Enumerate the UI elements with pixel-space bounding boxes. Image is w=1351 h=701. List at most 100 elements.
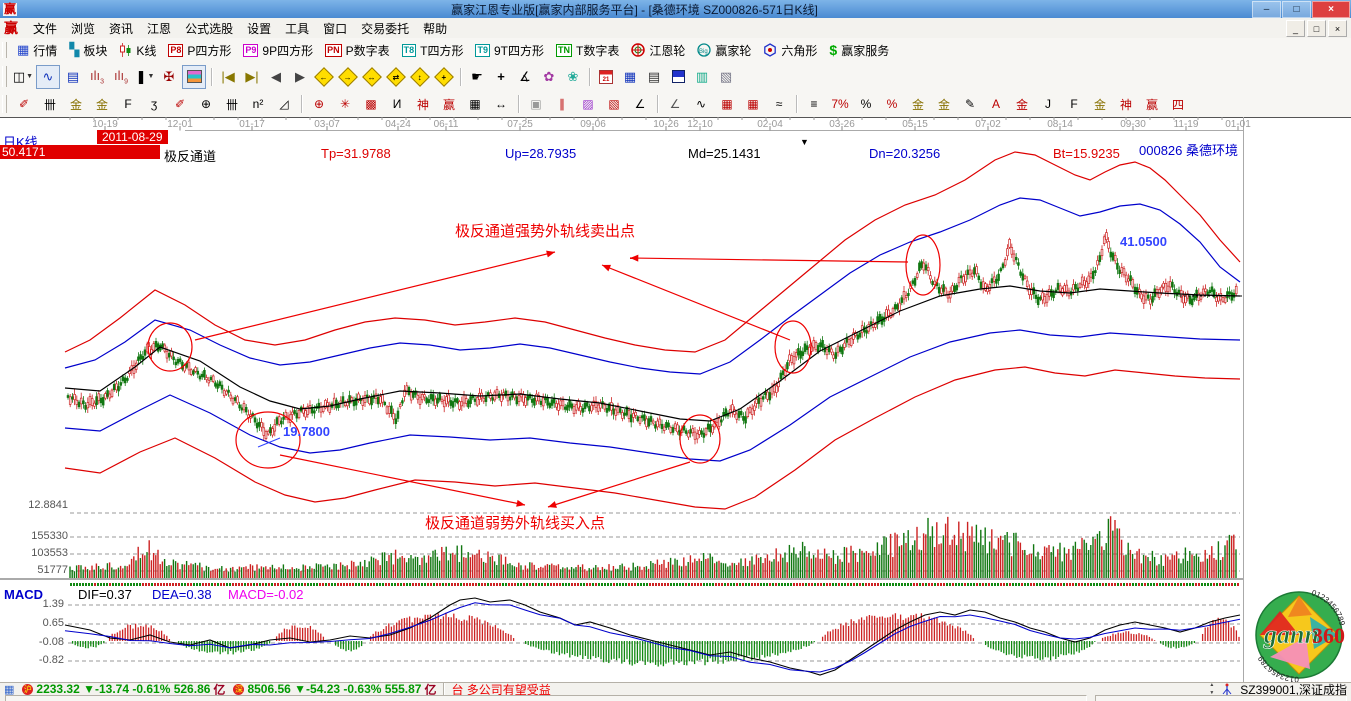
draw-tool-18[interactable]: ▦	[465, 94, 485, 114]
draw-tool-30[interactable]: ▦	[743, 94, 763, 114]
draw-tool-2[interactable]: 金	[66, 94, 86, 114]
toolbar-button-K线[interactable]: K线	[113, 40, 162, 61]
color-histogram-icon[interactable]	[182, 65, 206, 89]
draw-tool-25[interactable]: ∠	[630, 94, 650, 114]
draw-tool-35[interactable]: %	[856, 94, 876, 114]
menu-item-江恩[interactable]: 江恩	[140, 18, 178, 39]
save-web-icon[interactable]: ▥	[691, 66, 713, 88]
draw-tool-42[interactable]: J	[1038, 94, 1058, 114]
indicator-name[interactable]: 极反通道	[164, 146, 216, 165]
draw-tool-44[interactable]: 金	[1090, 94, 1110, 114]
draw-tool-3[interactable]: 金	[92, 94, 112, 114]
draw-tool-40[interactable]: A	[986, 94, 1006, 114]
draw-tool-0[interactable]: ✐	[14, 94, 34, 114]
hand-tool-icon[interactable]: ☛	[466, 66, 488, 88]
draw-tool-31[interactable]: ≈	[769, 94, 789, 114]
draw-tool-8[interactable]: 卌	[222, 94, 242, 114]
draw-tool-15[interactable]: И	[387, 94, 407, 114]
draw-tool-19[interactable]: ↔	[491, 94, 511, 114]
toolbar-grip[interactable]	[2, 66, 7, 86]
toolbar-button-江恩轮[interactable]: 江恩轮	[625, 40, 691, 61]
period-selector-icon[interactable]: ◫▼	[12, 66, 34, 88]
draw-tool-33[interactable]: ≡	[804, 94, 824, 114]
chart-area[interactable]: 10-1912-0101-1703-0704-2406-1107-2509-06…	[0, 117, 1351, 682]
menu-item-工具[interactable]: 工具	[278, 18, 316, 39]
news-ticker[interactable]: 台 多公司有望受益	[447, 683, 554, 695]
quote-board-icon[interactable]: ▤	[62, 66, 84, 88]
draw-tool-6[interactable]: ✐	[170, 94, 190, 114]
toolbar-button-9P四方形[interactable]: P99P四方形	[237, 40, 319, 61]
candle-type-icon[interactable]: ❚▼	[134, 66, 156, 88]
mdi-close-button[interactable]: ×	[1328, 20, 1347, 37]
draw-tool-22[interactable]: ∥	[552, 94, 572, 114]
draw-tool-13[interactable]: ✳	[335, 94, 355, 114]
calculator-icon[interactable]: ▦	[619, 66, 641, 88]
draw-tool-36[interactable]: %	[882, 94, 902, 114]
angle-tool-icon[interactable]: ∡	[514, 66, 536, 88]
draw-tool-4[interactable]: F	[118, 94, 138, 114]
toolbar-button-9T四方形[interactable]: T99T四方形	[469, 40, 550, 61]
purple-flower-icon[interactable]: ✿	[538, 66, 560, 88]
draw-tool-43[interactable]: F	[1064, 94, 1084, 114]
menu-item-帮助[interactable]: 帮助	[416, 18, 454, 39]
save-icon[interactable]	[667, 66, 689, 88]
draw-tool-28[interactable]: ∿	[691, 94, 711, 114]
draw-tool-39[interactable]: ✎	[960, 94, 980, 114]
toolbar-button-P数字表[interactable]: PNP数字表	[319, 40, 396, 61]
menu-item-文件[interactable]: 文件	[26, 18, 64, 39]
quote-grid-icon[interactable]: ▦	[4, 683, 14, 696]
menu-item-浏览[interactable]: 浏览	[64, 18, 102, 39]
toolbar-button-六角形[interactable]: 六角形	[757, 40, 823, 61]
draw-tool-27[interactable]: ∠	[665, 94, 685, 114]
draw-tool-12[interactable]: ⊕	[309, 94, 329, 114]
draw-tool-1[interactable]: 卌	[40, 94, 60, 114]
draw-tool-46[interactable]: 赢	[1142, 94, 1162, 114]
prev-icon[interactable]: ◀	[265, 66, 287, 88]
last-page-icon[interactable]: ▶|	[241, 66, 263, 88]
pattern-tool-icon[interactable]: ✠	[158, 66, 180, 88]
toolbar-button-赢家服务[interactable]: $赢家服务	[823, 40, 895, 61]
toolbar-button-P四方形[interactable]: P8P四方形	[162, 40, 237, 61]
first-page-icon[interactable]: |◀	[217, 66, 239, 88]
computer-icon[interactable]: ▧	[715, 66, 737, 88]
menu-item-资讯[interactable]: 资讯	[102, 18, 140, 39]
draw-tool-34[interactable]: 7%	[830, 94, 850, 114]
draw-tool-38[interactable]: 金	[934, 94, 954, 114]
draw-tool-16[interactable]: 神	[413, 94, 433, 114]
shrink-h-icon[interactable]: ⇄	[385, 66, 407, 88]
draw-tool-45[interactable]: 神	[1116, 94, 1136, 114]
bars-3-icon[interactable]: ılı3	[86, 66, 108, 88]
draw-tool-37[interactable]: 金	[908, 94, 928, 114]
next-icon[interactable]: ▶	[289, 66, 311, 88]
toolbar-grip[interactable]	[2, 42, 7, 59]
draw-tool-47[interactable]: 四	[1168, 94, 1188, 114]
expand-v-icon[interactable]: ↕	[409, 66, 431, 88]
menu-item-窗口[interactable]: 窗口	[316, 18, 354, 39]
current-index-name[interactable]: SZ399001,深证成指	[1236, 683, 1351, 695]
sz-index-cell[interactable]: 深 8506.56 ▼-54.23 -0.63% 555.87亿	[229, 683, 440, 695]
sh-index-cell[interactable]: 沪 2233.32 ▼-13.74 -0.61% 526.86亿	[18, 683, 229, 695]
draw-tool-5[interactable]: ʒ	[144, 94, 164, 114]
draw-tool-14[interactable]: ▩	[361, 94, 381, 114]
bars-9-icon[interactable]: ılı9	[110, 66, 132, 88]
toolbar-button-板块[interactable]: ▚板块	[63, 40, 113, 61]
draw-tool-24[interactable]: ▧	[604, 94, 624, 114]
toolbar-button-行情[interactable]: ▦行情	[11, 40, 63, 61]
menu-item-交易委托[interactable]: 交易委托	[354, 18, 416, 39]
shift-right-icon[interactable]: →	[337, 66, 359, 88]
draw-tool-10[interactable]: ◿	[274, 94, 294, 114]
trend-chart-icon[interactable]: ∿	[36, 65, 60, 89]
crosshair-icon[interactable]: +	[490, 66, 512, 88]
calendar-icon[interactable]: 21	[595, 66, 617, 88]
notes-icon[interactable]: ▤	[643, 66, 665, 88]
mdi-minimize-button[interactable]: _	[1286, 20, 1305, 37]
draw-tool-7[interactable]: ⊕	[196, 94, 216, 114]
draw-tool-21[interactable]: ▣	[526, 94, 546, 114]
close-button[interactable]: ×	[1312, 1, 1350, 18]
menu-item-公式选股[interactable]: 公式选股	[178, 18, 240, 39]
expand-all-icon[interactable]: +	[433, 66, 455, 88]
shift-left-icon[interactable]: ←	[313, 66, 335, 88]
draw-tool-9[interactable]: n²	[248, 94, 268, 114]
draw-tool-23[interactable]: ▨	[578, 94, 598, 114]
spinner-control[interactable]: ▲▼	[1205, 683, 1218, 695]
